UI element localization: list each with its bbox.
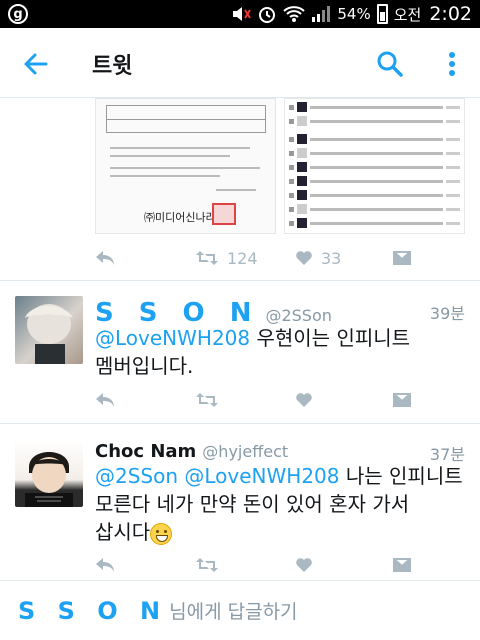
divider <box>0 423 480 424</box>
retweet-icon[interactable] <box>195 392 219 408</box>
tweet-text: @LoveNWH208 우현이는 인피니트 멤버입니다. <box>95 326 411 378</box>
tweet-text: @2SSon @LoveNWH208 나는 인피니트 모른다 네가 만약 돈이 … <box>95 464 463 545</box>
doc-table <box>106 105 266 133</box>
retweet-icon <box>196 251 218 265</box>
grin-emoji-icon <box>150 522 173 545</box>
divider <box>0 280 480 281</box>
reply-icon[interactable] <box>95 250 115 266</box>
search-icon[interactable] <box>376 50 404 78</box>
mention-link[interactable]: @2SSon <box>95 464 178 488</box>
wifi-icon <box>283 5 306 23</box>
retweet-button[interactable]: 124 <box>195 249 258 268</box>
status-ampm: 오전 <box>393 5 422 24</box>
battery-percent: 54% <box>337 5 371 23</box>
g-app-icon: g <box>8 4 28 24</box>
signal-icon <box>311 5 331 23</box>
mute-icon <box>231 5 252 23</box>
tweet-author[interactable]: Choc Nam @hyjeffect <box>95 441 288 462</box>
heart-icon[interactable] <box>295 557 313 573</box>
retweet-icon[interactable] <box>195 557 219 573</box>
dm-icon[interactable] <box>393 250 411 266</box>
like-button[interactable]: 33 <box>295 249 341 268</box>
tweet-actions-1: 124 33 <box>95 245 415 271</box>
avatar[interactable] <box>15 296 83 364</box>
reply-placeholder: 님에게 답글하기 <box>169 601 298 623</box>
reply-compose-bar[interactable]: S S O N 님에게 답글하기 <box>0 580 480 640</box>
tweet-actions-2 <box>95 387 415 413</box>
retweet-count: 124 <box>227 248 258 268</box>
tweet-actions-3 <box>95 552 415 578</box>
reply-icon[interactable] <box>95 392 115 408</box>
back-arrow-icon[interactable] <box>22 50 50 78</box>
media-document-image[interactable]: ㈜미디어신나라 <box>95 98 276 234</box>
page-title: 트윗 <box>92 54 133 79</box>
like-count: 33 <box>321 248 342 268</box>
status-bar: g 54% 오전 2:02 <box>0 0 480 28</box>
mention-link[interactable]: @LoveNWH208 <box>95 326 250 350</box>
author-name: Choc Nam <box>95 441 197 462</box>
tweet-media[interactable]: ㈜미디어신나라 <box>95 98 465 234</box>
reply-icon[interactable] <box>95 557 115 573</box>
avatar[interactable] <box>15 439 83 507</box>
more-options-icon[interactable] <box>442 50 462 78</box>
mention-link[interactable]: @LoveNWH208 <box>184 464 339 488</box>
heart-icon <box>296 251 312 265</box>
battery-icon <box>376 4 388 24</box>
tweet-time: 39분 <box>429 304 465 323</box>
status-time: 2:02 <box>429 3 472 25</box>
heart-icon[interactable] <box>295 392 313 408</box>
media-chart-image[interactable] <box>284 98 465 234</box>
doc-seal <box>212 203 236 225</box>
doc-org-name: ㈜미디어신나라 <box>144 211 216 224</box>
dm-icon[interactable] <box>393 392 411 408</box>
author-handle: @2SSon <box>265 306 332 325</box>
alarm-icon <box>257 4 277 24</box>
dm-icon[interactable] <box>393 557 411 573</box>
author-handle: @hyjeffect <box>202 442 289 461</box>
reply-target-name: S S O N <box>18 596 168 625</box>
app-bar: 트윗 <box>0 28 480 98</box>
